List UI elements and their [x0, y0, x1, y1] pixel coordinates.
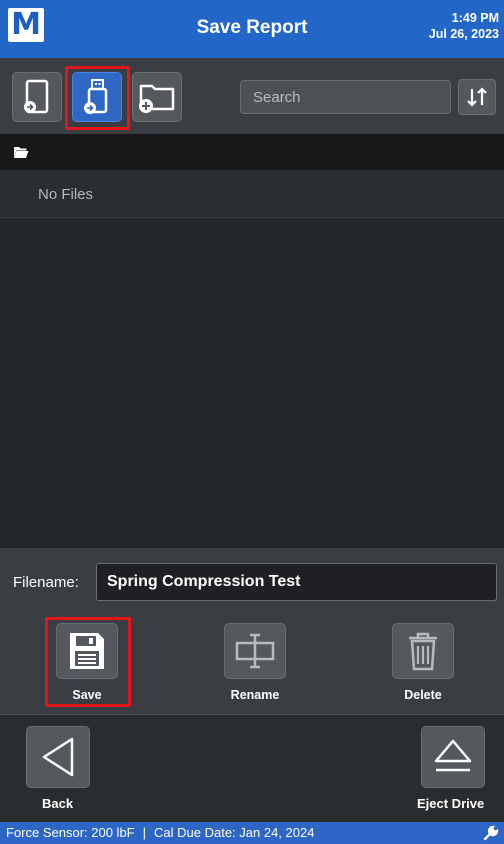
rename-label: Rename [230, 688, 280, 702]
internal-storage-icon [24, 79, 49, 114]
header-bar: M Save Report 1:49 PM Jul 26, 2023 [0, 0, 504, 58]
selection-highlight [65, 66, 130, 130]
folder-open-icon [14, 147, 29, 158]
internal-storage-button[interactable] [12, 72, 62, 122]
eject-drive-label: Eject Drive [417, 796, 485, 811]
empty-list-message: No Files [0, 170, 504, 218]
save-label: Save [72, 688, 102, 702]
wrench-icon[interactable] [483, 825, 499, 841]
clock: 1:49 PM Jul 26, 2023 [429, 10, 499, 42]
sort-button[interactable] [458, 79, 496, 115]
path-bar [0, 134, 504, 170]
back-arrow-icon [42, 737, 74, 777]
trash-icon [409, 632, 437, 671]
eject-icon [434, 739, 472, 772]
clock-time: 1:49 PM [451, 11, 499, 25]
new-folder-button[interactable] [132, 72, 182, 122]
rename-button[interactable] [224, 623, 286, 679]
back-label: Back [42, 796, 74, 811]
calibration-due: Cal Due Date: Jan 24, 2024 [154, 825, 315, 840]
sensor-status: Force Sensor: 200 lbF [6, 825, 135, 840]
sort-icon [467, 87, 487, 107]
filename-input[interactable]: Spring Compression Test [96, 563, 497, 601]
eject-drive-button[interactable] [421, 726, 485, 788]
delete-button[interactable] [392, 623, 454, 679]
file-list[interactable]: No Files [0, 170, 504, 548]
rename-icon [235, 633, 275, 669]
status-bar: Force Sensor: 200 lbF | Cal Due Date: Jan … [0, 822, 504, 844]
delete-label: Delete [404, 688, 442, 702]
search-input[interactable]: Search [240, 80, 451, 114]
new-folder-icon [139, 84, 175, 113]
filename-label: Filename: [13, 574, 79, 591]
back-button[interactable] [26, 726, 90, 788]
status-separator: | [142, 825, 147, 840]
clock-date: Jul 26, 2023 [428, 27, 499, 41]
